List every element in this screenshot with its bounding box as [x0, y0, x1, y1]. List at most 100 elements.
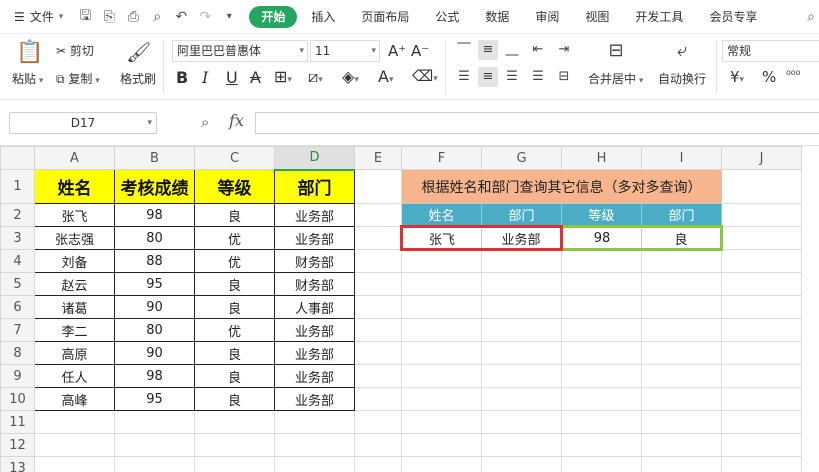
cell[interactable]	[481, 433, 562, 457]
italic-icon[interactable]: I	[202, 68, 208, 87]
paste-button[interactable]: 粘贴 ▾	[12, 70, 43, 87]
cell[interactable]: 良	[194, 203, 275, 227]
fill-pattern-icon[interactable]: ⧄▾	[308, 67, 323, 87]
cell[interactable]	[354, 364, 402, 388]
cell[interactable]: 优	[194, 226, 275, 250]
cell[interactable]	[721, 364, 802, 388]
row-header[interactable]: 6	[0, 295, 35, 319]
export-icon[interactable]: ⎘	[101, 9, 117, 25]
save-icon[interactable]: 🖫	[77, 5, 93, 29]
cell[interactable]: 业务部	[274, 387, 355, 411]
row-header[interactable]: 2	[0, 203, 35, 227]
cell[interactable]	[561, 387, 642, 411]
cell[interactable]: 财务部	[274, 249, 355, 273]
cell[interactable]	[561, 295, 642, 319]
cell[interactable]	[401, 295, 482, 319]
distribute-icon[interactable]: ⊟	[554, 67, 574, 87]
query-header-name[interactable]: 姓名	[401, 203, 482, 227]
cell[interactable]	[721, 226, 802, 250]
align-left-icon[interactable]: ☰	[454, 67, 474, 87]
cell[interactable]	[114, 410, 195, 434]
cell[interactable]: 良	[194, 295, 275, 319]
cell[interactable]: 88	[114, 249, 195, 273]
cell[interactable]: 80	[114, 226, 195, 250]
cell[interactable]	[354, 226, 402, 250]
brush-icon[interactable]: 🖌	[126, 40, 151, 64]
cell[interactable]: 优	[194, 249, 275, 273]
column-header-c[interactable]: C	[194, 146, 275, 170]
column-header-f[interactable]: F	[401, 146, 482, 170]
cell[interactable]	[481, 456, 562, 472]
font-name-select[interactable]: 阿里巴巴普惠体 ▾	[172, 40, 308, 62]
cell[interactable]	[34, 456, 115, 472]
cell[interactable]	[194, 456, 275, 472]
cell[interactable]	[561, 433, 642, 457]
cell[interactable]	[401, 272, 482, 296]
cell[interactable]: 高原	[34, 341, 115, 365]
cell[interactable]	[721, 249, 802, 273]
header-cell-grade[interactable]: 等级	[194, 169, 275, 204]
cell[interactable]	[721, 387, 802, 411]
search-icon[interactable]: ⌕	[807, 9, 815, 25]
cell[interactable]: 95	[114, 387, 195, 411]
cell[interactable]: 业务部	[274, 341, 355, 365]
cell[interactable]: 优	[194, 318, 275, 342]
query-result-grade[interactable]: 良	[641, 225, 723, 251]
cell[interactable]	[641, 364, 722, 388]
cell[interactable]	[354, 341, 402, 365]
cell[interactable]: 良	[194, 341, 275, 365]
cell[interactable]	[721, 169, 802, 204]
preview-icon[interactable]: ⌕	[149, 9, 165, 25]
cell[interactable]	[114, 433, 195, 457]
bold-icon[interactable]: B	[176, 68, 188, 87]
cell[interactable]: 人事部	[274, 295, 355, 319]
cell[interactable]: 业务部	[274, 203, 355, 227]
row-header[interactable]: 11	[0, 410, 35, 434]
cell[interactable]	[354, 169, 402, 204]
font-color-icon[interactable]: A▾	[378, 67, 393, 86]
cell[interactable]	[481, 272, 562, 296]
cell[interactable]	[401, 387, 482, 411]
currency-icon[interactable]: ¥▾	[730, 68, 744, 86]
tab-insert[interactable]: 插入	[299, 6, 347, 28]
tab-home[interactable]: 开始	[249, 5, 298, 28]
cell[interactable]	[401, 433, 482, 457]
row-header[interactable]: 1	[0, 169, 35, 204]
row-header[interactable]: 10	[0, 387, 35, 411]
indent-decrease-icon[interactable]: ⇤	[528, 40, 548, 60]
cell[interactable]: 李二	[34, 318, 115, 342]
eraser-icon[interactable]: ⌫▾	[412, 67, 438, 85]
merge-center-button[interactable]: 合并居中 ▾	[588, 70, 643, 87]
thousands-icon[interactable]: ⁰⁰⁰	[786, 68, 800, 82]
paste-icon[interactable]: 📋	[16, 40, 43, 65]
cell[interactable]: 业务部	[274, 364, 355, 388]
row-header[interactable]: 13	[0, 456, 35, 472]
function-icon[interactable]: fx	[229, 111, 244, 130]
cell[interactable]	[641, 249, 722, 273]
tab-data[interactable]: 数据	[473, 6, 521, 28]
query-header-grade[interactable]: 等级	[561, 203, 642, 227]
more-icon[interactable]: ▾	[221, 11, 237, 22]
cell[interactable]	[561, 272, 642, 296]
cell[interactable]	[481, 410, 562, 434]
cell[interactable]	[401, 364, 482, 388]
justify-icon[interactable]: ☰	[528, 67, 548, 87]
cell[interactable]	[561, 456, 642, 472]
cell[interactable]: 张志强	[34, 226, 115, 250]
cell[interactable]	[354, 410, 402, 434]
cell[interactable]	[721, 341, 802, 365]
cell[interactable]	[641, 387, 722, 411]
cell[interactable]	[354, 272, 402, 296]
cell[interactable]	[401, 456, 482, 472]
cell[interactable]	[194, 433, 275, 457]
row-header[interactable]: 8	[0, 341, 35, 365]
cell[interactable]	[274, 456, 355, 472]
column-header-j[interactable]: J	[721, 146, 802, 170]
cell[interactable]	[354, 456, 402, 472]
file-menu[interactable]: ☰ 文件 ▾	[0, 8, 71, 25]
column-header-h[interactable]: H	[561, 146, 642, 170]
tab-developer[interactable]: 开发工具	[623, 6, 695, 28]
cell[interactable]: 80	[114, 318, 195, 342]
cell[interactable]: 90	[114, 295, 195, 319]
cell[interactable]: 良	[194, 364, 275, 388]
